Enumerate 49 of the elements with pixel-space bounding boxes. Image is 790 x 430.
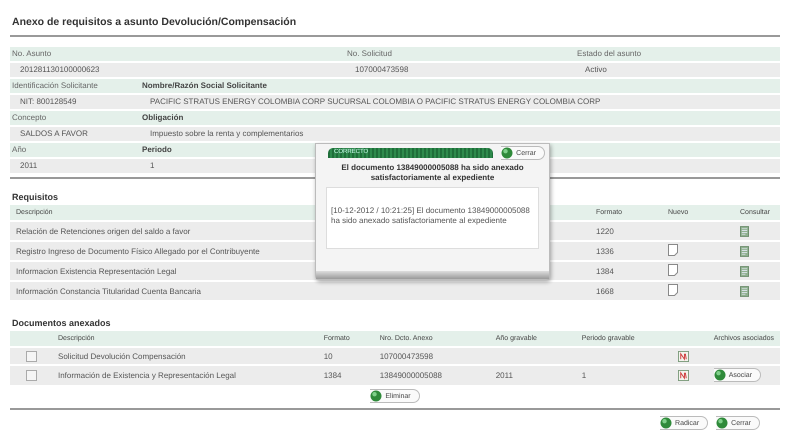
- button-icon: [370, 390, 382, 402]
- field-value: Activo: [575, 63, 780, 77]
- file-icon[interactable]: [678, 350, 689, 362]
- table-cell: 1668: [590, 282, 662, 300]
- field-label: Obligación: [140, 111, 780, 125]
- blank-page-icon[interactable]: [668, 244, 678, 256]
- document-icon[interactable]: [740, 286, 749, 296]
- table-cell: 13849000005088: [374, 366, 490, 385]
- button-icon: [501, 147, 514, 159]
- field-label: Identificación Solicitante: [10, 79, 140, 93]
- checkbox[interactable]: [26, 350, 36, 362]
- blank-page-icon[interactable]: [668, 264, 678, 276]
- button-icon: [660, 417, 672, 429]
- field-value: 107000473598: [345, 63, 575, 77]
- document-icon[interactable]: [740, 226, 749, 236]
- field-value: SALDOS A FAVOR: [10, 127, 140, 141]
- field-value: Impuesto sobre la renta y complementarios: [140, 127, 780, 141]
- field-label: Estado del asunto: [575, 47, 780, 61]
- field-value: 201281130100000623: [10, 63, 345, 77]
- button-icon: [714, 369, 726, 381]
- blank-page-icon[interactable]: [668, 284, 678, 296]
- field-label: Año: [10, 143, 140, 157]
- table-cell: 1384: [318, 366, 374, 385]
- button-icon: [716, 417, 728, 429]
- log-text: [10-12-2012 / 10:21:25] El documento 13849000005088 ha sido anexado satisfactoriamente al expediente: [326, 187, 539, 249]
- section-title: Documentos anexados: [12, 318, 111, 328]
- field-label: Nombre/Razón Social Solicitante: [140, 79, 780, 93]
- table-cell: 107000473598: [374, 348, 490, 364]
- field-label: Concepto: [10, 111, 140, 125]
- table-cell: Información Constancia Titularidad Cuenta Bancaria: [10, 282, 590, 300]
- field-value: 2011: [10, 159, 140, 173]
- field-label: No. Solicitud: [345, 47, 575, 61]
- table-cell: Información de Existencia y Representación Legal: [52, 366, 318, 385]
- field-label: No. Asunto: [10, 47, 345, 61]
- field-value: PACIFIC STRATUS ENERGY COLOMBIA CORP SUCURSAL COLOMBIA O PACIFIC STRATUS ENERGY COLOMBIA CORP: [140, 95, 780, 109]
- table-cell: 10: [318, 348, 374, 364]
- table-cell: Solicitud Devolución Compensación: [52, 348, 318, 364]
- checkbox[interactable]: [26, 370, 36, 381]
- table-cell: 2011: [496, 371, 513, 380]
- file-icon[interactable]: [678, 370, 689, 381]
- document-icon[interactable]: [740, 266, 749, 276]
- table-cell: 1: [582, 371, 586, 380]
- table-cell: 1384: [590, 262, 662, 280]
- document-icon[interactable]: [740, 246, 749, 256]
- section-title: Requisitos: [12, 192, 58, 202]
- table-cell: 1336: [590, 242, 662, 260]
- page-title: Anexo de requisitos a asunto Devolución/Compensación: [12, 16, 298, 30]
- field-value: NIT: 800128549: [10, 95, 140, 109]
- table-cell: 1220: [590, 222, 662, 240]
